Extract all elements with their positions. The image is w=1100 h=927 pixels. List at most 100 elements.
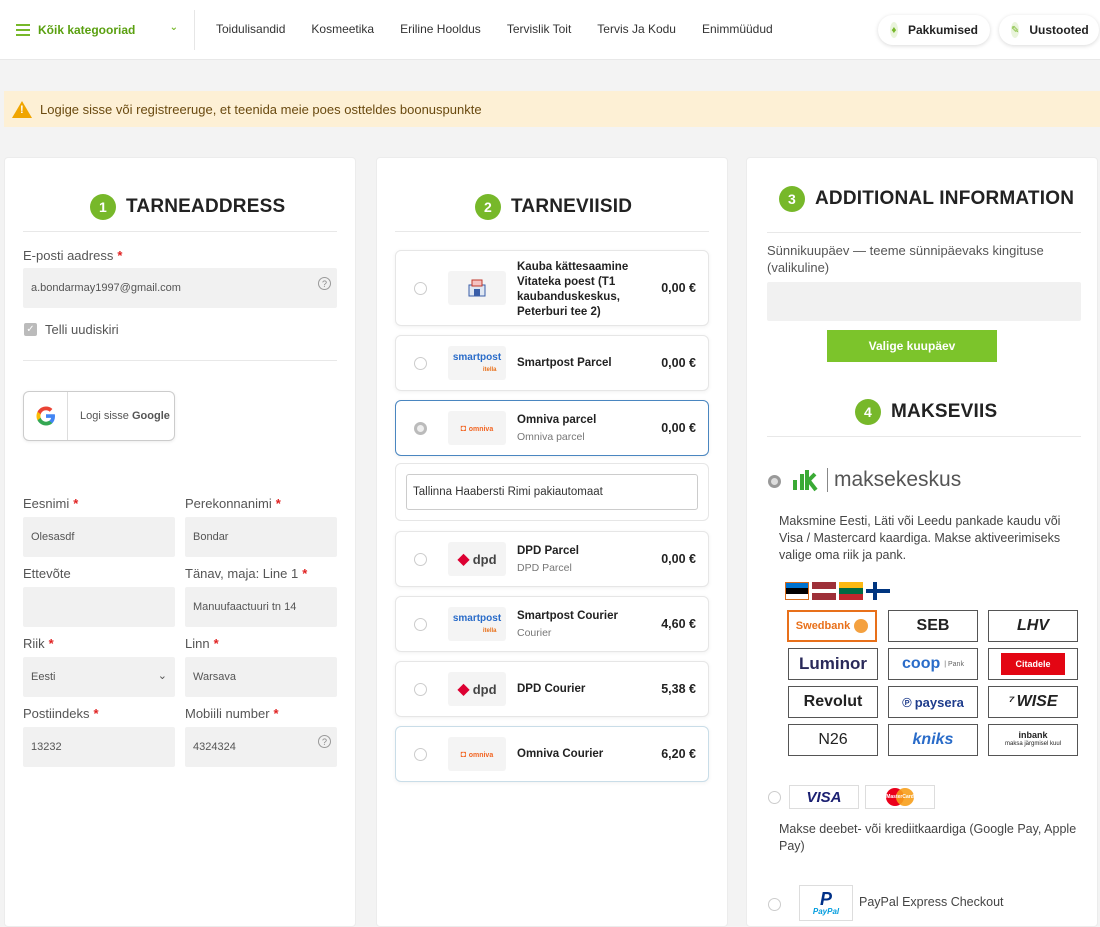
info-payment-panel: 3 ADDITIONAL INFORMATION Sünnikuupäev — …	[746, 157, 1098, 927]
nav-link-tervis-ja-kodu[interactable]: Tervis Ja Kodu	[597, 22, 676, 36]
category-links: Toidulisandid Kosmeetika Eriline Hooldus…	[216, 22, 799, 36]
shipping-option-smartpost-parcel[interactable]: smartpost itella Smartpost Parcel 0,00 €	[395, 335, 709, 391]
nav-link-toidulisandid[interactable]: Toidulisandid	[216, 22, 285, 36]
city-field[interactable]: Warsava	[185, 657, 337, 697]
card-description: Makse deebet- või krediitkaardiga (Googl…	[779, 822, 1077, 853]
google-login-button[interactable]: Logi sisse Google	[23, 391, 175, 441]
phone-field[interactable]: 4324324	[185, 727, 337, 767]
nav-link-kosmeetika[interactable]: Kosmeetika	[311, 22, 374, 36]
maksekeskus-description: Maksmine Eesti, Läti või Leedu pankade k…	[779, 514, 1061, 562]
store-icon	[448, 271, 506, 305]
dpd-logo: ◆ dpd	[448, 542, 506, 576]
radio-button[interactable]	[414, 357, 427, 370]
birthday-field[interactable]	[767, 282, 1081, 321]
divider	[395, 231, 709, 232]
country-label: Riik *	[23, 636, 54, 651]
flag-estonia-icon[interactable]	[785, 582, 809, 600]
country-select[interactable]: Eesti ⌄	[23, 657, 175, 697]
email-value: a.bondarmay1997@gmail.com	[31, 282, 181, 294]
shipping-option-smartpost-courier[interactable]: smartpost itella Smartpost Courier Courie…	[395, 596, 709, 652]
omniva-logo: ◘ omniva	[448, 737, 506, 771]
flag-lithuania-icon[interactable]	[839, 582, 863, 600]
shipping-name: DPD Courier	[517, 683, 586, 695]
shipping-option-omniva-parcel[interactable]: ◘ omniva Omniva parcel Omniva parcel 0,0…	[395, 400, 709, 456]
all-categories-label: Kõik kategooriad	[38, 23, 136, 37]
postal-field[interactable]: 13232	[23, 727, 175, 767]
newsletter-label: Telli uudiskiri	[45, 322, 119, 337]
flag-latvia-icon[interactable]	[812, 582, 836, 600]
bank-inbank[interactable]: inbank maksa järgmisel kuul	[988, 724, 1078, 756]
nav-link-eriline-hooldus[interactable]: Eriline Hooldus	[400, 22, 481, 36]
new-products-label: Uustooted	[1029, 23, 1089, 37]
birthday-label: Sünnikuupäev — teeme sünnipäevaks kingit…	[767, 243, 1044, 275]
address-panel: 1 TARNEADDRESS E-posti aadress * a.bondar…	[4, 157, 356, 927]
street-value: Manuufaactuuri tn 14	[193, 601, 297, 613]
bank-seb[interactable]: SEB	[888, 610, 978, 642]
firstname-field[interactable]: Olesasdf	[23, 517, 175, 557]
bank-kniks[interactable]: kniks	[888, 724, 978, 756]
shipping-option-dpd-parcel[interactable]: ◆ dpd DPD Parcel DPD Parcel 0,00 €	[395, 531, 709, 587]
paypal-label: PayPal Express Checkout	[859, 895, 1004, 909]
bank-revolut[interactable]: Revolut	[788, 686, 878, 718]
lastname-label: Perekonnanimi *	[185, 496, 281, 511]
maksekeskus-radio[interactable]	[768, 475, 781, 488]
card-radio[interactable]	[768, 791, 781, 804]
firstname-label: Eesnimi *	[23, 496, 79, 511]
maksekeskus-logo: maksekeskus	[791, 468, 961, 492]
radio-button[interactable]	[414, 683, 427, 696]
shipping-panel: 2 TARNEVIISID Kauba kättesaamine Vitatek…	[376, 157, 728, 927]
shipping-sub: DPD Parcel	[517, 562, 572, 574]
shipping-sub: Omniva parcel	[517, 431, 585, 443]
company-field[interactable]	[23, 587, 175, 627]
help-icon[interactable]: ?	[318, 277, 331, 290]
choose-date-button[interactable]: Valige kuupäev	[827, 330, 997, 362]
radio-button[interactable]	[414, 748, 427, 761]
shipping-option-dpd-courier[interactable]: ◆ dpd DPD Courier 5,38 €	[395, 661, 709, 717]
help-icon[interactable]: ?	[318, 735, 331, 748]
chevron-down-icon: ⌄	[169, 22, 178, 33]
new-products-button[interactable]: ✎ Uustooted	[999, 15, 1099, 45]
pickup-point-select[interactable]: Tallinna Haabersti Rimi pakiautomaat	[406, 474, 698, 510]
bank-citadele[interactable]: Citadele	[988, 648, 1078, 680]
shipping-option-omniva-courier[interactable]: ◘ omniva Omniva Courier 6,20 €	[395, 726, 709, 782]
paypal-icon: P	[819, 888, 832, 909]
newsletter-checkbox[interactable]: ✓	[24, 323, 37, 336]
postal-value: 13232	[31, 741, 62, 753]
shipping-price: 0,00 €	[661, 281, 696, 295]
chevron-down-icon: ⌄	[157, 670, 167, 682]
offers-button[interactable]: ♦ Pakkumised	[878, 15, 990, 45]
shipping-name: DPD Parcel	[517, 545, 580, 557]
email-field[interactable]: a.bondarmay1997@gmail.com	[23, 268, 337, 308]
radio-button[interactable]	[414, 282, 427, 295]
paypal-radio[interactable]	[768, 898, 781, 911]
smartpost-logo: smartpost itella	[448, 346, 506, 380]
lastname-field[interactable]: Bondar	[185, 517, 337, 557]
radio-button-selected[interactable]	[414, 422, 427, 435]
city-value: Warsava	[193, 671, 236, 683]
bank-luminor[interactable]: Luminor	[788, 648, 878, 680]
all-categories-button[interactable]: Kõik kategooriad ⌄	[16, 18, 186, 42]
radio-button[interactable]	[414, 618, 427, 631]
country-flags	[785, 582, 890, 600]
street-field[interactable]: Manuufaactuuri tn 14	[185, 587, 337, 627]
bank-swedbank[interactable]: Swedbank	[787, 610, 877, 642]
radio-button[interactable]	[414, 553, 427, 566]
shipping-price: 0,00 €	[661, 552, 696, 566]
bank-lhv[interactable]: LHV	[988, 610, 1078, 642]
nav-link-enimmuudud[interactable]: Enimmüüdud	[702, 22, 773, 36]
paypal-logo: P PayPal	[799, 885, 853, 921]
bank-paysera[interactable]: ℗ paysera	[888, 686, 978, 718]
nav-link-tervislik-toit[interactable]: Tervislik Toit	[507, 22, 571, 36]
notice-text: Logige sisse või registreeruge, et teeni…	[40, 101, 482, 117]
shipping-option-store-pickup[interactable]: Kauba kättesaamine Vitateka poest (T1 ka…	[395, 250, 709, 326]
payment-title: MAKSEVIIS	[891, 401, 998, 422]
address-heading: 1 TARNEADDRESS	[90, 194, 285, 220]
bank-n26[interactable]: N26	[788, 724, 878, 756]
flag-finland-icon[interactable]	[866, 582, 890, 600]
address-title: TARNEADDRESS	[126, 196, 286, 217]
shipping-name: Smartpost Parcel	[517, 357, 612, 369]
bank-wise[interactable]: ⁷ WISE	[988, 686, 1078, 718]
dpd-logo: ◆ dpd	[448, 672, 506, 706]
offers-label: Pakkumised	[907, 23, 978, 37]
bank-coop[interactable]: coop | Pank	[888, 648, 978, 680]
